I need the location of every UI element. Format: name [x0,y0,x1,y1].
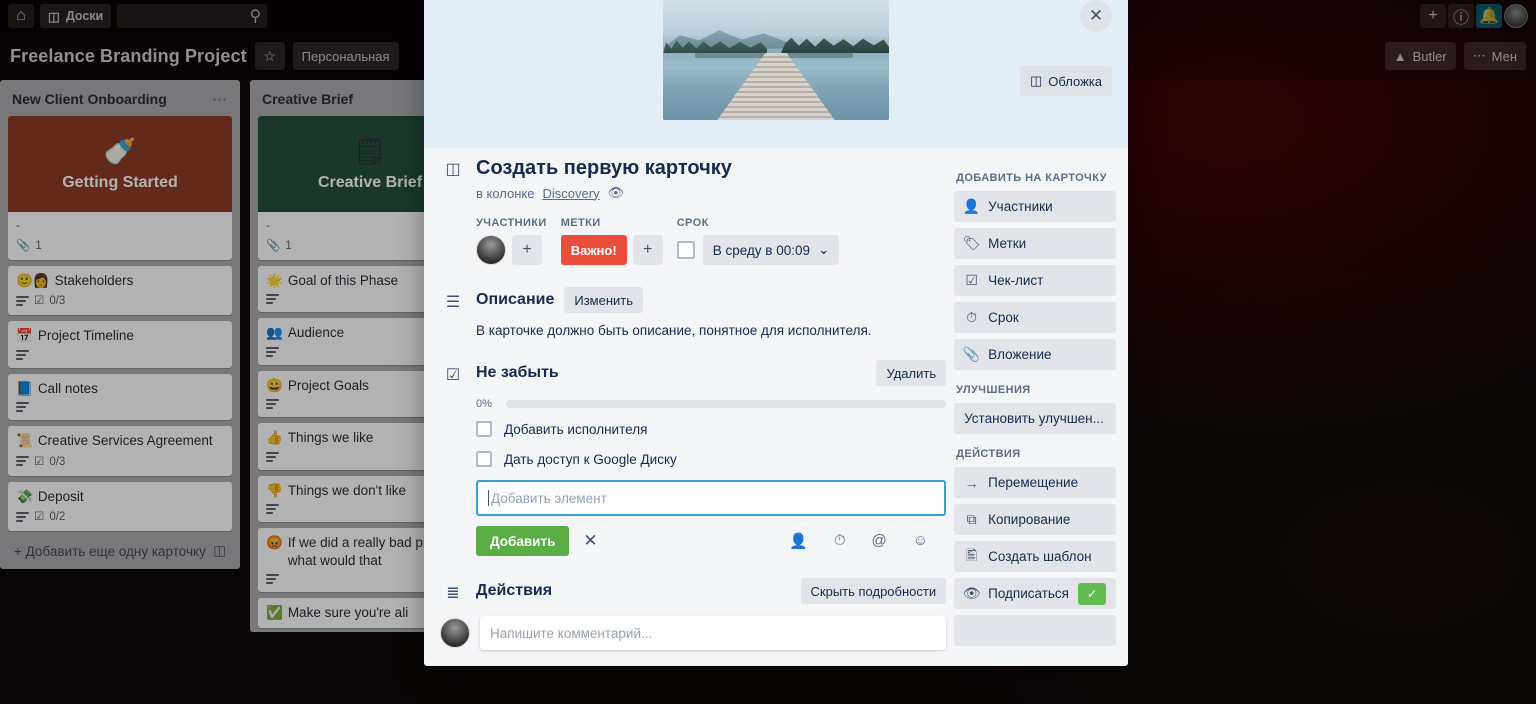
sidebar-item-partial[interactable] [954,615,1116,646]
checklist-new-item-placeholder: Добавить элемент [491,490,607,506]
members-label: УЧАСТНИКИ [476,217,547,229]
add-member-icon[interactable]: 👤 [789,532,808,550]
sidebar-item-срок[interactable]: ⏱ Срок [954,302,1116,333]
description-icon: ☰ [445,293,461,311]
sidebar-item-создать-шаблон[interactable]: 🖺 Создать шаблон [954,541,1116,572]
sidebar-item-label: Перемещение [988,475,1079,490]
in-list-prefix: в колонке [476,185,535,201]
in-list-name[interactable]: Discovery [543,186,600,201]
due-date-value: В среду в 00:09 [712,242,811,258]
checklist-item-checkbox[interactable] [476,451,492,467]
mention-icon[interactable]: @ [872,532,887,550]
sidebar-item-label: Подписаться [988,586,1069,601]
add-to-card-group: 👤 Участники 🏷 Метки ☑ Чек-лист ⏱ Срок 📎 Вложение [954,191,1116,370]
avatar[interactable] [476,235,506,265]
add-label-button[interactable]: + [632,235,663,265]
cover-icon: ◫ [1030,73,1043,88]
actions-label: ДЕЙСТВИЯ [956,448,1021,460]
clock-icon: ⏱ [966,309,978,325]
sidebar-item-перемещение[interactable]: → Перемещение [954,467,1116,498]
paperclip-icon: 📎 [962,346,981,362]
eye-icon[interactable]: 👁 [608,185,625,201]
check-icon[interactable]: ✓ [1078,582,1106,605]
add-member-button[interactable]: + [512,235,542,265]
person-icon: 👤 [962,198,981,214]
card-cover-area: ✕ ◫ Обложка [424,0,1128,148]
cover-button[interactable]: ◫ Обложка [1020,66,1112,96]
comment-input[interactable]: Напишите комментарий... [480,616,947,650]
sidebar-item-установить-улучшен[interactable]: Установить улучшен... [954,403,1116,434]
due-checkbox[interactable] [676,241,695,259]
sidebar-item-label: Срок [988,310,1019,325]
arrow-right-icon: → [964,474,979,491]
description-text[interactable]: В карточке должно быть описание, понятно… [476,323,946,338]
card-title: Создать первую карточку [476,157,732,179]
labels-group: МЕТКИ Важно! + [560,217,663,265]
close-icon[interactable]: ✕ [1080,0,1112,32]
checklist-title: Не забыть [476,364,559,381]
checklist-item[interactable]: Дать доступ к Google Диску [476,444,946,474]
edit-description-button[interactable]: Изменить [564,287,643,313]
labels-label: МЕТКИ [560,217,601,229]
members-group: УЧАСТНИКИ + [476,217,547,265]
description-title: Описание [476,291,555,308]
checklist-progress-percent: 0% [476,398,492,410]
checklist-item-label: Дать доступ к Google Диску [504,451,677,467]
sidebar-item-вложение[interactable]: 📎 Вложение [954,339,1116,370]
avatar [440,618,470,648]
checklist-item[interactable]: Добавить исполнителя [476,414,946,444]
checklist-item-checkbox[interactable] [476,421,492,437]
sidebar-item-label: Копирование [988,512,1071,527]
copy-icon: ⧉ [966,511,977,527]
sidebar-item-label: Метки [988,236,1027,251]
card-detail-modal: ✕ ◫ Обложка ◫ Создать первую карточку в … [424,0,1128,666]
emoji-icon[interactable]: ☺ [913,532,928,550]
chevron-down-icon: ⌄ [818,242,830,257]
checklist-icon: ☑ [445,366,461,384]
due-date-button[interactable]: В среду в 00:09 ⌄ [702,235,840,265]
sidebar-item-участники[interactable]: 👤 Участники [954,191,1116,222]
powerups-label: УЛУЧШЕНИЯ [956,384,1031,396]
cover-photo-lake-dock [663,0,889,120]
toggle-activity-details-button[interactable]: Скрыть подробности [800,578,947,604]
powerups-group: Установить улучшен... [954,403,1116,434]
checklist-items: Добавить исполнителя Дать доступ к Google… [476,414,946,474]
checklist-item-label: Добавить исполнителя [504,421,648,437]
sidebar-item-копирование[interactable]: ⧉ Копирование [954,504,1116,535]
cover-button-label: Обложка [1048,73,1102,89]
delete-checklist-button[interactable]: Удалить [876,360,947,386]
cancel-add-item-icon[interactable]: ✕ [583,531,597,551]
sidebar-item-чек-лист[interactable]: ☑ Чек-лист [954,265,1116,296]
card-actions-sidebar: ДОБАВИТЬ НА КАРТОЧКУ 👤 Участники 🏷 Метки ☑ Че… [946,148,1116,652]
sidebar-item-label: Участники [988,199,1053,214]
checklist-progress-bar [506,400,947,408]
actions-group: → Перемещение ⧉ Копирование 🖺 Создать шаблон 👁… [954,467,1116,609]
eye-icon: 👁 [962,585,981,601]
checklist-icon: ☑ [965,272,978,288]
activity-title: Действия [476,582,553,599]
due-group: СРОК В среду в 00:09 ⌄ [676,217,840,265]
template-icon: 🖺 [965,546,978,563]
due-label: СРОК [676,217,709,229]
checklist-new-item-input[interactable]: Добавить элемент [476,480,947,516]
clock-icon[interactable]: ⏱ [834,532,846,550]
sidebar-item-label: Вложение [988,347,1052,362]
sidebar-item-label: Установить улучшен... [964,411,1104,426]
sidebar-item-метки[interactable]: 🏷 Метки [954,228,1116,259]
add-to-card-label: ДОБАВИТЬ НА КАРТОЧКУ [956,172,1107,184]
sidebar-item-подписаться[interactable]: 👁 Подписаться ✓ [954,578,1116,609]
sidebar-item-label: Создать шаблон [988,549,1092,564]
label-icon: 🏷 [962,235,981,251]
add-checklist-item-button[interactable]: Добавить [476,526,570,556]
activity-icon: ≣ [446,584,460,602]
status-badge[interactable]: Важно! [560,235,627,265]
sidebar-item-label: Чек-лист [988,273,1044,288]
card-icon: ◫ [445,161,461,178]
